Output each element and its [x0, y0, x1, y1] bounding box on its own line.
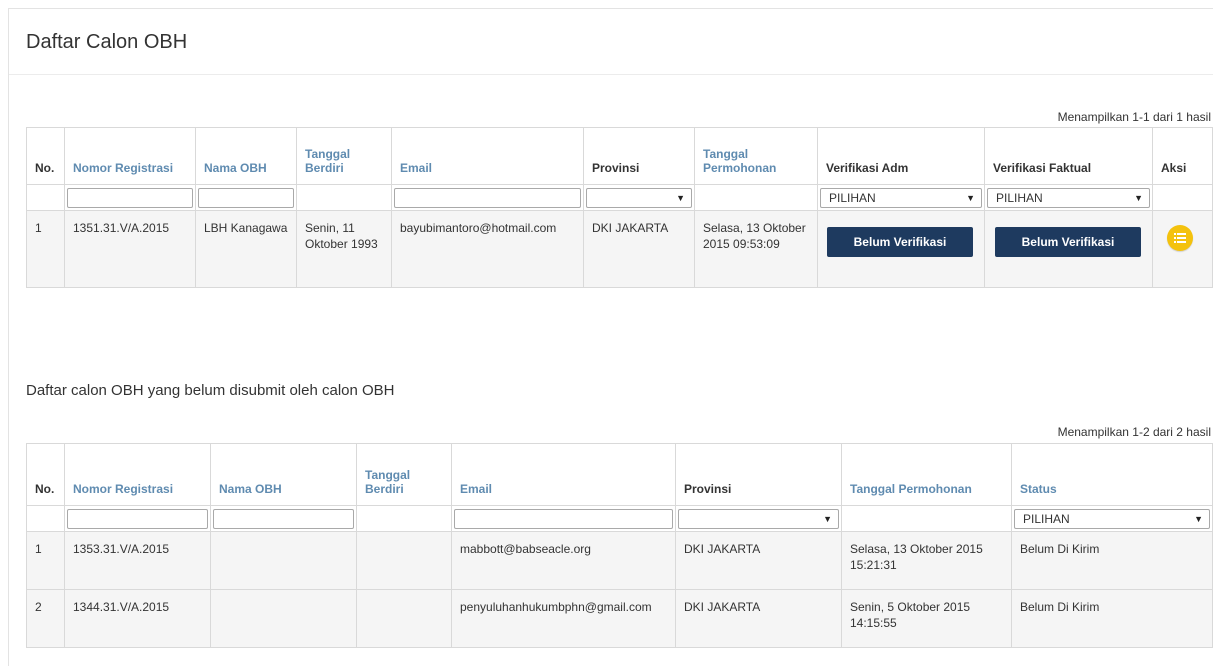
header-provinsi: Provinsi	[583, 127, 695, 185]
header-status[interactable]: Status	[1011, 443, 1213, 506]
filter-verifikasi-faktual-select[interactable]: PILIHAN ▼	[987, 187, 1150, 208]
cell-nama-obh: LBH Kanagawa	[195, 210, 297, 288]
cell-tanggal-berdiri	[356, 589, 452, 648]
title-divider	[9, 74, 1213, 75]
cell-email: mabbott@babseacle.org	[451, 531, 676, 590]
cell-tanggal-permohonan: Selasa, 13 Oktober 2015 09:53:09	[694, 210, 818, 288]
table-row: 1 1353.31.V/A.2015 mabbott@babseacle.org…	[26, 531, 1213, 590]
table2-result-count: Menampilkan 1-2 dari 2 hasil	[1057, 425, 1211, 439]
filter-nomor-registrasi-input[interactable]	[67, 187, 193, 208]
list-icon-glyph	[1174, 233, 1186, 243]
filter-status-select[interactable]: PILIHAN ▼	[1014, 508, 1210, 529]
header-verifikasi-faktual: Verifikasi Faktual	[984, 127, 1153, 185]
header-no: No.	[26, 127, 65, 185]
cell-email: penyuluhanhukumbphn@gmail.com	[451, 589, 676, 648]
filter-verifikasi-adm-select[interactable]: PILIHAN ▼	[820, 187, 982, 208]
filter-email-input[interactable]	[454, 508, 673, 529]
cell-nomor-registrasi: 1344.31.V/A.2015	[64, 589, 211, 648]
header-email[interactable]: Email	[451, 443, 676, 506]
header-tanggal-berdiri[interactable]: Tanggal Berdiri	[296, 127, 392, 185]
filter-nama-obh-input[interactable]	[198, 187, 294, 208]
filter-no-empty	[26, 505, 65, 532]
cell-no: 1	[26, 210, 65, 288]
header-nama-obh[interactable]: Nama OBH	[210, 443, 357, 506]
filter-nomor-registrasi-input[interactable]	[67, 508, 208, 529]
verifikasi-adm-button[interactable]: Belum Verifikasi	[827, 227, 973, 257]
cell-tanggal-berdiri	[356, 531, 452, 590]
header-provinsi: Provinsi	[675, 443, 842, 506]
header-email[interactable]: Email	[391, 127, 584, 185]
cell-verifikasi-faktual: Belum Verifikasi	[984, 210, 1153, 288]
cell-provinsi: DKI JAKARTA	[675, 589, 842, 648]
filter-tanggal-berdiri-empty	[356, 505, 452, 532]
page-title: Daftar Calon OBH	[26, 31, 188, 53]
header-nomor-registrasi[interactable]: Nomor Registrasi	[64, 127, 196, 185]
header-tanggal-permohonan[interactable]: Tanggal Permohonan	[694, 127, 818, 185]
table-row: 1 1351.31.V/A.2015 LBH Kanagawa Senin, 1…	[26, 210, 1213, 288]
cell-nama-obh	[210, 589, 357, 648]
section-title-unsubmitted: Daftar calon OBH yang belum disubmit ole…	[26, 382, 395, 399]
cell-nama-obh	[210, 531, 357, 590]
filter-nama-obh-input[interactable]	[213, 508, 354, 529]
dropdown-arrow-icon: ▼	[966, 192, 975, 203]
filter-provinsi-select[interactable]: ▼	[586, 187, 692, 208]
filter-aksi-empty	[1152, 184, 1213, 211]
header-aksi: Aksi	[1152, 127, 1213, 185]
cell-no: 2	[26, 589, 65, 648]
obh-candidates-table: No. Nomor Registrasi Nama OBH Tanggal Be…	[26, 127, 1213, 288]
cell-nomor-registrasi: 1353.31.V/A.2015	[64, 531, 211, 590]
header-tanggal-permohonan[interactable]: Tanggal Permohonan	[841, 443, 1012, 506]
cell-status: Belum Di Kirim	[1011, 531, 1213, 590]
filter-tanggal-permohonan-empty	[694, 184, 818, 211]
unsubmitted-obh-table: No. Nomor Registrasi Nama OBH Tanggal Be…	[26, 443, 1213, 648]
filter-email-input[interactable]	[394, 187, 581, 208]
filter-tanggal-permohonan-empty	[841, 505, 1012, 532]
dropdown-arrow-icon: ▼	[1194, 513, 1203, 524]
verifikasi-faktual-button[interactable]: Belum Verifikasi	[995, 227, 1141, 257]
header-nomor-registrasi[interactable]: Nomor Registrasi	[64, 443, 211, 506]
list-icon[interactable]	[1167, 225, 1193, 251]
cell-no: 1	[26, 531, 65, 590]
cell-aksi	[1152, 210, 1213, 288]
dropdown-arrow-icon: ▼	[1134, 192, 1143, 203]
header-no: No.	[26, 443, 65, 506]
cell-provinsi: DKI JAKARTA	[583, 210, 695, 288]
dropdown-arrow-icon: ▼	[676, 192, 685, 203]
cell-status: Belum Di Kirim	[1011, 589, 1213, 648]
cell-tanggal-permohonan: Senin, 5 Oktober 2015 14:15:55	[841, 589, 1012, 648]
cell-verifikasi-adm: Belum Verifikasi	[817, 210, 985, 288]
header-nama-obh[interactable]: Nama OBH	[195, 127, 297, 185]
cell-provinsi: DKI JAKARTA	[675, 531, 842, 590]
table1-result-count: Menampilkan 1-1 dari 1 hasil	[1057, 110, 1211, 124]
cell-email: bayubimantoro@hotmail.com	[391, 210, 584, 288]
cell-tanggal-berdiri: Senin, 11 Oktober 1993	[296, 210, 392, 288]
header-tanggal-berdiri[interactable]: Tanggal Berdiri	[356, 443, 452, 506]
cell-nomor-registrasi: 1351.31.V/A.2015	[64, 210, 196, 288]
filter-provinsi-select[interactable]: ▼	[678, 508, 839, 529]
table-row: 2 1344.31.V/A.2015 penyuluhanhukumbphn@g…	[26, 589, 1213, 648]
header-verifikasi-adm: Verifikasi Adm	[817, 127, 985, 185]
filter-tanggal-berdiri-empty	[296, 184, 392, 211]
filter-no-empty	[26, 184, 65, 211]
cell-tanggal-permohonan: Selasa, 13 Oktober 2015 15:21:31	[841, 531, 1012, 590]
dropdown-arrow-icon: ▼	[823, 513, 832, 524]
